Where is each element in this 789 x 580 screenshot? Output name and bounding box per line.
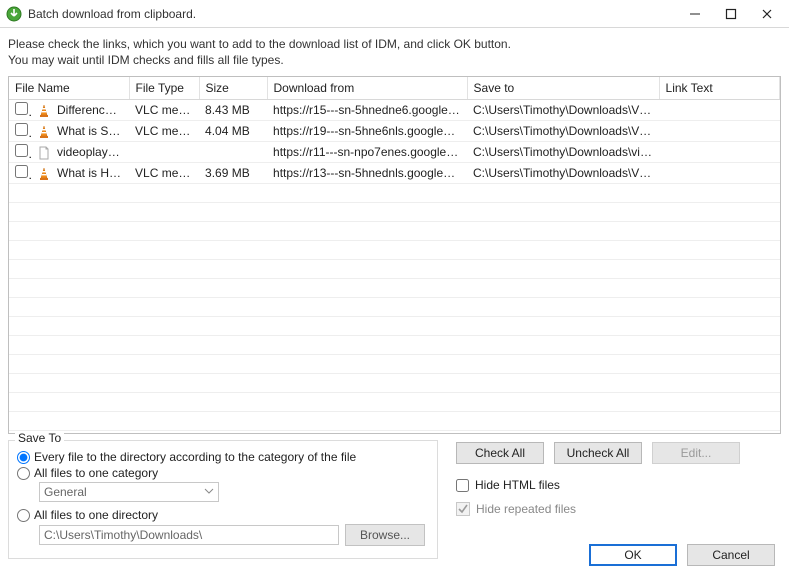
maximize-button[interactable] — [713, 1, 749, 27]
cell-downloadfrom: https://r11---sn-npo7enes.googlevi... — [267, 142, 467, 163]
uncheck-all-button[interactable]: Uncheck All — [554, 442, 642, 464]
cell-size — [199, 142, 267, 163]
table-row-empty — [9, 279, 780, 298]
cancel-button[interactable]: Cancel — [687, 544, 775, 566]
app-icon — [6, 6, 22, 22]
table-row-empty — [9, 260, 780, 279]
cell-linktext — [659, 121, 779, 142]
table-row[interactable]: Differences b...VLC medi...8.43 MBhttps:… — [9, 100, 780, 121]
grid-header: File Name File Type Size Download from S… — [9, 77, 780, 100]
hide-html-label: Hide HTML files — [475, 478, 560, 492]
row-checkbox[interactable] — [15, 123, 28, 136]
chevron-down-icon — [204, 485, 214, 499]
download-grid: File Name File Type Size Download from S… — [8, 76, 781, 434]
row-checkbox[interactable] — [15, 165, 28, 178]
cell-saveto: C:\Users\Timothy\Downloads\videop... — [467, 142, 659, 163]
minimize-button[interactable] — [677, 1, 713, 27]
cell-filename: Differences b... — [51, 100, 129, 121]
col-filename[interactable]: File Name — [9, 77, 129, 100]
cell-filetype: VLC medi... — [129, 100, 199, 121]
cell-size: 3.69 MB — [199, 163, 267, 184]
table-row-empty — [9, 336, 780, 355]
table-row-empty — [9, 412, 780, 431]
cell-filetype: VLC medi... — [129, 163, 199, 184]
table-row-empty — [9, 241, 780, 260]
col-size[interactable]: Size — [199, 77, 267, 100]
row-checkbox[interactable] — [15, 144, 28, 157]
browse-button[interactable]: Browse... — [345, 524, 425, 546]
category-combobox-value: General — [44, 485, 87, 499]
cell-linktext — [659, 142, 779, 163]
close-button[interactable] — [749, 1, 785, 27]
save-to-legend: Save To — [15, 431, 64, 445]
ok-button[interactable]: OK — [589, 544, 677, 566]
vlc-icon — [37, 104, 51, 118]
table-row-empty — [9, 374, 780, 393]
table-row-empty — [9, 298, 780, 317]
radio-one-directory[interactable] — [17, 509, 30, 522]
cell-filename: videoplayback_3 — [51, 142, 129, 163]
cell-filetype: VLC medi... — [129, 121, 199, 142]
table-row-empty — [9, 184, 780, 203]
check-all-button[interactable]: Check All — [456, 442, 544, 464]
instruction-text: Please check the links, which you want t… — [0, 28, 789, 72]
instruction-line-2: You may wait until IDM checks and fills … — [8, 52, 781, 68]
cell-linktext — [659, 163, 779, 184]
file-icon — [37, 146, 51, 160]
cell-saveto: C:\Users\Timothy\Downloads\Video\... — [467, 100, 659, 121]
category-combobox[interactable]: General — [39, 482, 219, 502]
table-row[interactable]: What is Hiber...VLC medi...3.69 MBhttps:… — [9, 163, 780, 184]
cell-linktext — [659, 100, 779, 121]
table-row-empty — [9, 317, 780, 336]
cell-size: 8.43 MB — [199, 100, 267, 121]
footer-buttons: OK Cancel — [589, 544, 775, 566]
table-row[interactable]: videoplayback_3 https://r11---sn-npo7enes… — [9, 142, 780, 163]
window-title: Batch download from clipboard. — [28, 7, 677, 21]
cell-saveto: C:\Users\Timothy\Downloads\Video\... — [467, 121, 659, 142]
table-row-empty — [9, 355, 780, 374]
instruction-line-1: Please check the links, which you want t… — [8, 36, 781, 52]
vlc-icon — [37, 167, 51, 181]
edit-button[interactable]: Edit... — [652, 442, 740, 464]
cell-downloadfrom: https://r15---sn-5hnedne6.googlevi... — [267, 100, 467, 121]
table-row-empty — [9, 222, 780, 241]
table-row-empty — [9, 393, 780, 412]
radio-one-directory-label: All files to one directory — [34, 508, 158, 522]
table-row[interactable]: What is Shutd...VLC medi...4.04 MBhttps:… — [9, 121, 780, 142]
cell-size: 4.04 MB — [199, 121, 267, 142]
save-to-panel: Save To Every file to the directory acco… — [8, 440, 438, 559]
col-saveto[interactable]: Save to — [467, 77, 659, 100]
cell-filename: What is Hiber... — [51, 163, 129, 184]
right-panel: Check All Uncheck All Edit... Hide HTML … — [456, 440, 781, 559]
hide-html-checkbox[interactable] — [456, 479, 469, 492]
vlc-icon — [37, 125, 51, 139]
cell-filetype — [129, 142, 199, 163]
cell-downloadfrom: https://r19---sn-5hne6nls.googlevid... — [267, 121, 467, 142]
radio-one-category[interactable] — [17, 467, 30, 480]
row-checkbox[interactable] — [15, 102, 28, 115]
title-bar: Batch download from clipboard. — [0, 0, 789, 28]
col-filetype[interactable]: File Type — [129, 77, 199, 100]
cell-saveto: C:\Users\Timothy\Downloads\Video\... — [467, 163, 659, 184]
hide-repeated-label: Hide repeated files — [476, 502, 576, 516]
col-downloadfrom[interactable]: Download from — [267, 77, 467, 100]
hide-repeated-checkbox — [456, 502, 470, 516]
radio-category-of-file-label: Every file to the directory according to… — [34, 450, 356, 464]
table-row-empty — [9, 203, 780, 222]
col-linktext[interactable]: Link Text — [659, 77, 779, 100]
radio-one-category-label: All files to one category — [34, 466, 158, 480]
cell-downloadfrom: https://r13---sn-5hnednls.googlevid... — [267, 163, 467, 184]
radio-category-of-file[interactable] — [17, 451, 30, 464]
directory-path-input[interactable] — [39, 525, 339, 545]
cell-filename: What is Shutd... — [51, 121, 129, 142]
